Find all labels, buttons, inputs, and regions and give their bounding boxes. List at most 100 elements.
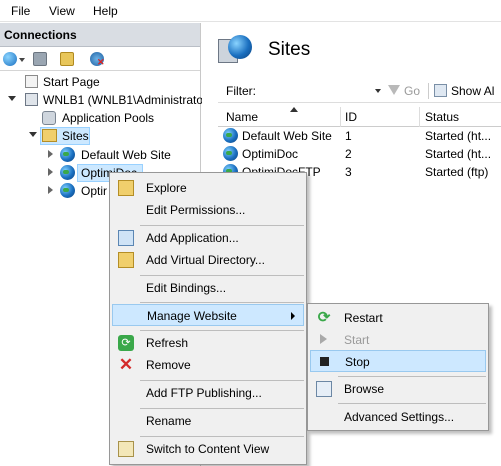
table-row[interactable]: OptimiDoc 2 Started (ht... [218,145,501,163]
menu-label: Add Virtual Directory... [146,253,265,267]
cell-name: Default Web Site [242,129,332,143]
globe-icon [223,146,238,161]
menu-label: Manage Website [147,309,237,323]
menu-bar: File View Help [0,0,501,22]
up-folder-icon[interactable] [60,52,74,66]
go-button[interactable]: Go [404,84,420,98]
connect-globe-icon[interactable] [3,52,17,66]
tree-item-sites[interactable]: Sites [0,127,200,145]
menu-item-advanced-settings[interactable]: Advanced Settings... [310,406,486,428]
menu-item-remove[interactable]: ✕ Remove [112,354,304,376]
grid-header: Name ID Status [218,107,501,127]
sites-folder-icon [42,129,57,142]
add-application-icon [118,230,134,246]
app-pool-icon [42,111,56,125]
collapse-arrow-icon[interactable] [48,168,53,176]
menu-label: Add FTP Publishing... [146,386,262,400]
content-view-icon [118,441,134,457]
remove-x-icon: ✕ [118,355,134,374]
menu-separator [338,403,486,404]
menu-separator [140,302,304,303]
menu-label: Start [344,333,370,347]
globe-icon [60,165,75,180]
menu-item-start: Start [310,329,486,351]
explore-folder-icon [118,180,134,196]
tree-label: Default Web Site [81,148,171,162]
menu-label: Rename [146,414,192,428]
menu-separator [338,376,486,377]
column-header-id[interactable]: ID [345,110,357,124]
menu-label: Advanced Settings... [344,410,455,424]
globe-icon [223,128,238,143]
column-separator[interactable] [419,107,420,127]
sort-ascending-icon [290,107,298,112]
menu-item-stop[interactable]: Stop [310,350,486,372]
expand-arrow-icon[interactable] [29,132,37,137]
table-row[interactable]: Default Web Site 1 Started (ht... [218,127,501,145]
menu-label: Explore [146,181,187,195]
expand-arrow-icon[interactable] [8,96,16,101]
menu-item-edit-permissions[interactable]: Edit Permissions... [112,199,304,221]
stop-square-icon [320,357,329,366]
menu-view[interactable]: View [49,4,75,18]
menu-item-add-virtual-directory[interactable]: Add Virtual Directory... [112,249,304,271]
menu-separator [140,330,304,331]
show-all-separator [428,83,429,99]
tree-item-application-pools[interactable]: Application Pools [0,109,200,127]
globe-icon [60,147,75,162]
cell-status: Started (ht... [425,147,492,161]
virtual-directory-icon [118,252,134,268]
connections-header: Connections [0,23,200,47]
menu-label: Edit Bindings... [146,281,227,295]
collapse-arrow-icon[interactable] [48,150,53,158]
globe-icon [60,183,75,198]
context-menu: Explore Edit Permissions... Add Applicat… [109,172,307,465]
tree-item-server[interactable]: WNLB1 (WNLB1\Administrato [0,91,204,109]
tree-label: WNLB1 (WNLB1\Administrato [43,93,204,107]
menu-item-add-application[interactable]: Add Application... [112,227,304,249]
show-all-button[interactable]: Show Al [451,84,494,98]
menu-separator [140,380,304,381]
tree-label: Start Page [43,75,100,89]
menu-item-explore[interactable]: Explore [112,177,304,199]
column-separator[interactable] [340,107,341,127]
menu-label: Refresh [146,336,189,350]
menu-item-switch-content-view[interactable]: Switch to Content View [112,438,304,460]
filter-label: Filter: [226,84,256,98]
go-icon [388,85,400,95]
filter-dropdown-icon[interactable] [375,89,381,93]
menu-item-refresh[interactable]: ⟳ Refresh [112,332,304,354]
save-icon[interactable] [33,52,47,66]
menu-label: Edit Permissions... [146,203,246,217]
menu-separator [140,436,304,437]
menu-file[interactable]: File [11,4,30,18]
menu-label: Add Application... [146,231,239,245]
menu-item-browse[interactable]: Browse [310,378,486,400]
restart-icon: ⟳ [317,309,331,326]
filter-input[interactable] [258,81,384,100]
page-title: Sites [268,39,311,60]
menu-item-rename[interactable]: Rename [112,410,304,432]
tree-label: Application Pools [62,111,155,125]
menu-separator [140,225,304,226]
cell-name: OptimiDoc [242,147,299,161]
manage-website-submenu: ⟳ Restart Start Stop Browse Advanced Set… [307,303,489,431]
menu-label: Stop [345,355,370,369]
collapse-arrow-icon[interactable] [48,186,53,194]
column-header-name[interactable]: Name [226,110,258,124]
tree-item-default-web-site[interactable]: Default Web Site [0,146,200,164]
cell-id: 1 [345,129,352,143]
sites-globe-icon [218,35,252,65]
menu-separator [140,408,304,409]
filter-bar: Filter: Go Show Al [218,79,501,103]
tree-item-start-page[interactable]: Start Page [0,73,200,91]
dropdown-arrow-icon[interactable] [19,58,25,62]
menu-help[interactable]: Help [93,4,118,18]
disconnect-x-icon: ✕ [97,57,105,67]
menu-item-restart[interactable]: ⟳ Restart [310,307,486,329]
server-icon [25,93,38,106]
menu-item-add-ftp-publishing[interactable]: Add FTP Publishing... [112,382,304,404]
menu-item-edit-bindings[interactable]: Edit Bindings... [112,277,304,299]
menu-item-manage-website[interactable]: Manage Website [112,304,304,326]
column-header-status[interactable]: Status [425,110,459,124]
